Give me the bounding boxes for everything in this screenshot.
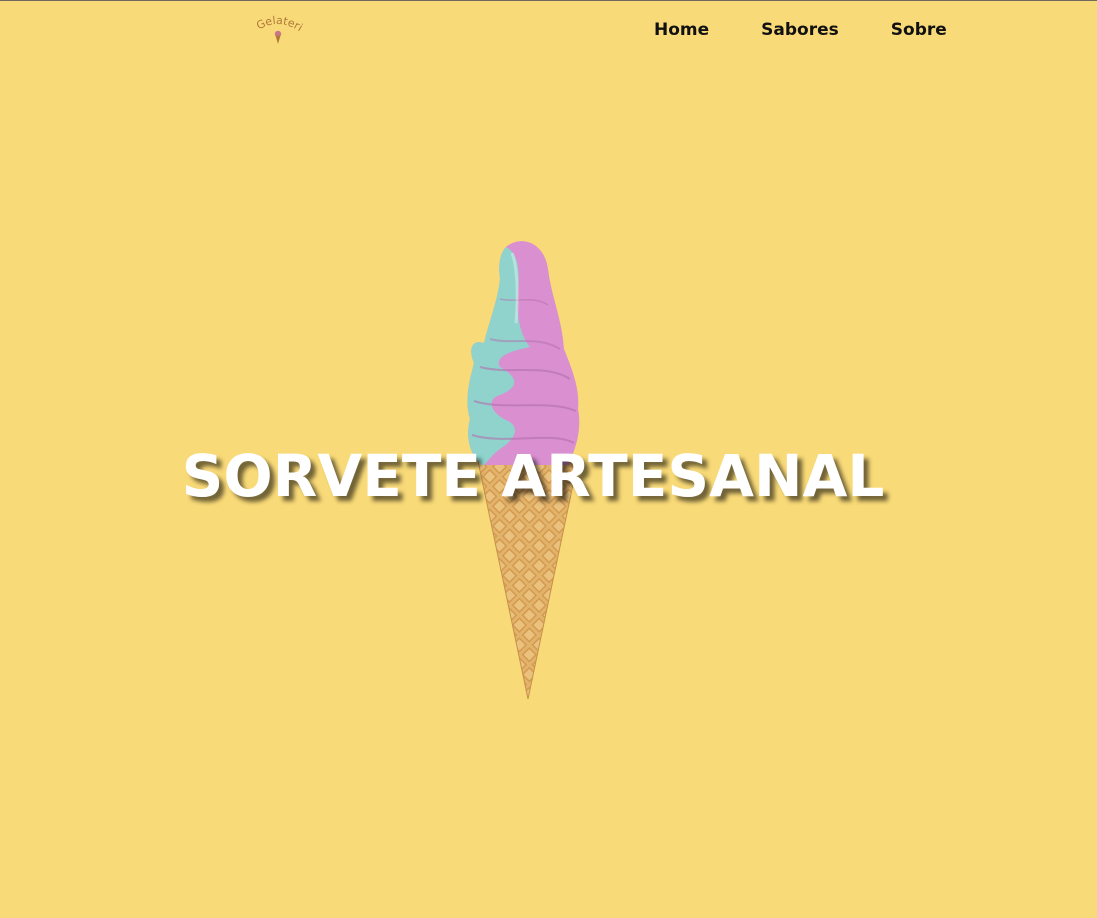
nav-sobre-link[interactable]: Sobre bbox=[891, 19, 947, 41]
logo-link[interactable]: Gelateria bbox=[253, 15, 303, 45]
nav-sabores-link[interactable]: Sabores bbox=[761, 19, 839, 41]
gelateria-logo-icon: Gelateria bbox=[253, 15, 303, 44]
hero-title: SORVETE ARTESANAL bbox=[181, 442, 885, 510]
page: Gelateria Home Sabores Sobre bbox=[0, 0, 1097, 918]
nav-home-link[interactable]: Home bbox=[654, 19, 709, 41]
main-nav: Home Sabores Sobre bbox=[654, 19, 947, 41]
